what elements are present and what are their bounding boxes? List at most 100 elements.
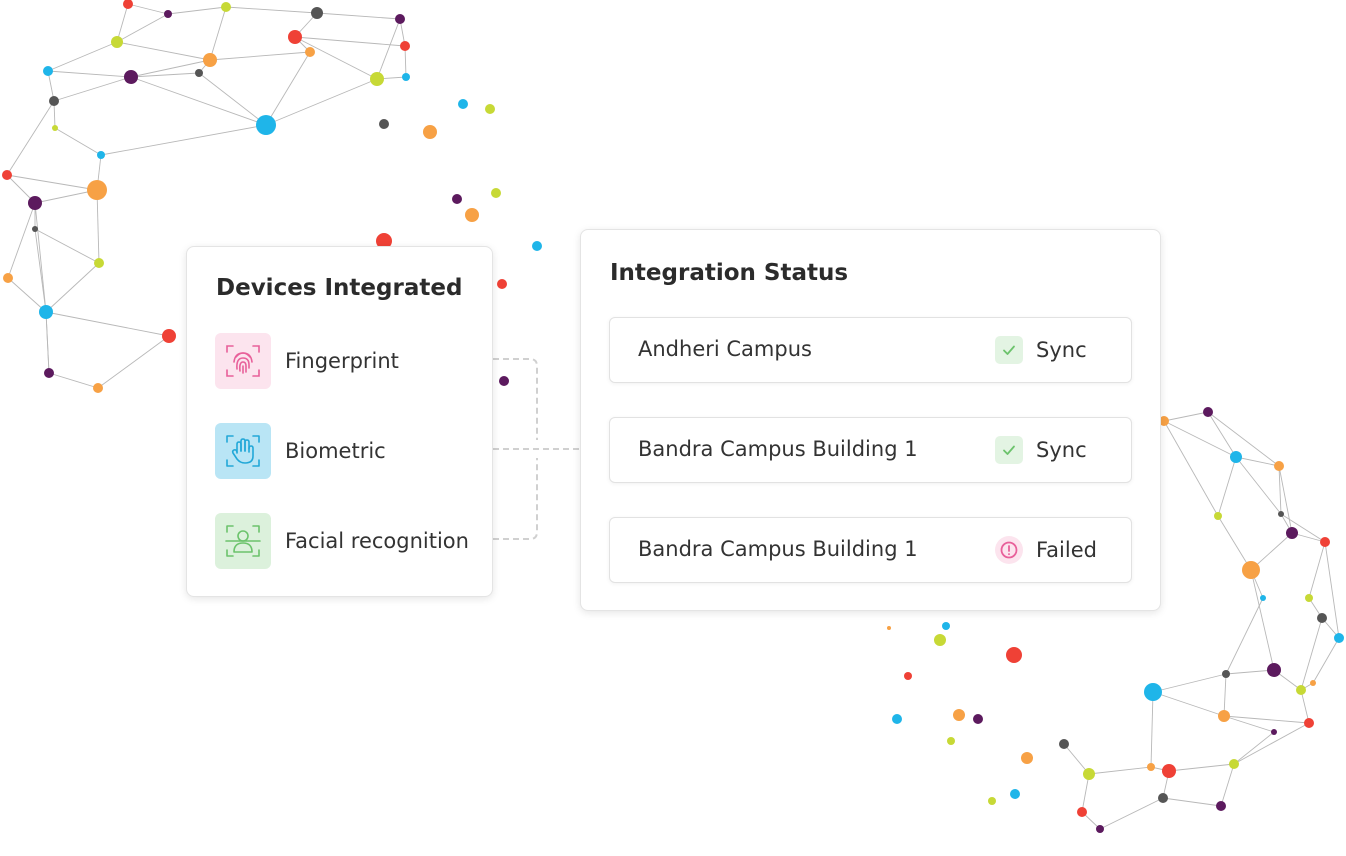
network-node <box>953 709 965 721</box>
integration-illustration: Devices Integrated Fingerprint Biometric… <box>0 0 1346 856</box>
network-edge <box>1162 797 1222 807</box>
network-node <box>1334 633 1344 643</box>
network-edge <box>48 372 99 389</box>
devices-integrated-card: Devices Integrated Fingerprint Biometric… <box>186 246 493 597</box>
network-node <box>402 73 410 81</box>
network-node <box>52 125 58 131</box>
device-label-biometric: Biometric <box>285 439 386 463</box>
devices-card-title: Devices Integrated <box>216 275 463 301</box>
network-edge <box>1163 411 1209 422</box>
network-node <box>400 41 410 51</box>
network-node <box>395 14 405 24</box>
network-node <box>1144 683 1162 701</box>
status-card-title: Integration Status <box>610 260 849 286</box>
status-row[interactable]: Bandra Campus Building 1 Failed <box>609 517 1132 583</box>
network-edge <box>1225 669 1275 675</box>
check-icon <box>995 336 1023 364</box>
network-node <box>452 194 462 204</box>
network-node <box>44 368 54 378</box>
network-edge <box>209 6 227 61</box>
network-node <box>1216 801 1226 811</box>
network-node <box>465 208 479 222</box>
network-node <box>305 47 315 57</box>
network-node <box>1230 451 1242 463</box>
network-edge <box>1217 456 1237 517</box>
network-node <box>2 170 12 180</box>
network-edge <box>116 13 169 43</box>
network-node <box>497 279 507 289</box>
network-edge <box>294 36 406 47</box>
network-node <box>1214 512 1222 520</box>
fingerprint-icon <box>215 333 271 389</box>
network-edge <box>7 277 47 313</box>
campus-name: Bandra Campus Building 1 <box>638 537 918 561</box>
network-edge <box>116 41 211 61</box>
alert-icon <box>995 536 1023 564</box>
network-edge <box>1152 691 1225 717</box>
network-edge <box>1250 569 1275 671</box>
network-node <box>1274 461 1284 471</box>
network-node <box>1304 718 1314 728</box>
network-edge <box>1207 411 1280 467</box>
network-edge <box>45 311 170 337</box>
network-edge <box>6 174 98 191</box>
network-node <box>491 188 501 198</box>
network-node <box>32 226 38 232</box>
network-edge <box>265 78 378 126</box>
network-node <box>221 2 231 12</box>
network-edge <box>1300 617 1323 691</box>
network-node <box>1317 613 1327 623</box>
network-node <box>203 53 217 67</box>
network-edge <box>225 6 318 14</box>
network-node <box>379 119 389 129</box>
network-node <box>1010 789 1020 799</box>
network-node <box>1158 793 1168 803</box>
network-node <box>988 797 996 805</box>
status-indicator: Sync <box>995 436 1087 464</box>
network-node <box>904 672 912 680</box>
network-node <box>162 329 176 343</box>
network-node <box>1267 663 1281 677</box>
network-edge <box>1278 465 1293 534</box>
network-edge <box>1223 673 1227 717</box>
status-row[interactable]: Andheri Campus Sync <box>609 317 1132 383</box>
status-indicator: Failed <box>995 536 1097 564</box>
network-node <box>1021 752 1033 764</box>
device-label-fingerprint: Fingerprint <box>285 349 399 373</box>
network-node <box>49 96 59 106</box>
network-edge <box>1088 766 1152 775</box>
network-edge <box>47 41 118 72</box>
status-label: Sync <box>1036 438 1087 462</box>
network-edge <box>1308 541 1326 599</box>
network-edge <box>1223 715 1310 724</box>
network-node <box>195 69 203 77</box>
device-item-facial-recognition[interactable]: Facial recognition <box>215 513 469 569</box>
network-edge <box>167 6 227 15</box>
network-node <box>934 634 946 646</box>
network-edge <box>45 262 100 313</box>
network-edge <box>130 76 267 126</box>
network-edge <box>1152 673 1227 693</box>
network-edge <box>198 72 267 126</box>
network-node <box>93 383 103 393</box>
network-node <box>1296 685 1306 695</box>
network-edge <box>1300 689 1310 724</box>
network-edge <box>209 51 311 61</box>
network-edge <box>1168 763 1235 772</box>
network-node <box>1096 825 1104 833</box>
face-scan-icon <box>215 513 271 569</box>
network-edge <box>54 127 102 156</box>
network-node <box>288 30 302 44</box>
device-item-biometric[interactable]: Biometric <box>215 423 386 479</box>
status-row[interactable]: Bandra Campus Building 1 Sync <box>609 417 1132 483</box>
network-edge <box>265 51 311 126</box>
status-indicator: Sync <box>995 336 1087 364</box>
network-node <box>1162 764 1176 778</box>
network-node <box>1006 647 1022 663</box>
device-item-fingerprint[interactable]: Fingerprint <box>215 333 399 389</box>
network-edge <box>97 335 170 389</box>
device-label-facial-recognition: Facial recognition <box>285 529 469 553</box>
network-edge <box>1220 763 1235 807</box>
network-node <box>124 70 138 84</box>
network-node <box>1310 680 1316 686</box>
